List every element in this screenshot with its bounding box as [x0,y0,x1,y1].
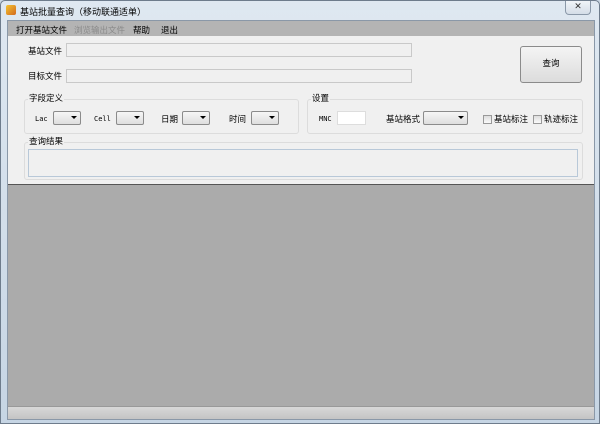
base-file-label: 基站文件 [28,47,63,57]
base-mark-label: 基站标注 [494,115,529,125]
title-bar: 基站批量查询（移动联通适单） ✕ [1,1,599,20]
main-window: 基站批量查询（移动联通适单） ✕ 打开基站文件 浏览输出文件 帮助 退出 基站文… [0,0,600,424]
format-combo[interactable] [423,111,468,125]
cell-label: Cell [94,115,111,123]
client-area: 打开基站文件 浏览输出文件 帮助 退出 基站文件 目标文件 查询 字段定义 La… [7,20,595,420]
lac-combo[interactable] [53,111,81,125]
menu-open-base-file[interactable]: 打开基站文件 [16,24,67,36]
result-box[interactable] [28,149,578,177]
chevron-down-icon [200,116,206,119]
target-file-input[interactable] [66,69,412,83]
menu-help[interactable]: 帮助 [133,24,150,36]
time-label: 时间 [229,115,247,125]
result-title: 查询结果 [28,135,65,147]
base-file-input[interactable] [66,43,412,57]
settings-title: 设置 [311,92,331,104]
menu-bar: 打开基站文件 浏览输出文件 帮助 退出 [8,21,594,36]
window-title: 基站批量查询（移动联通适单） [20,8,147,18]
field-def-title: 字段定义 [28,92,65,104]
target-file-label: 目标文件 [28,72,63,82]
lac-label: Lac [35,115,48,123]
track-mark-label: 轨迹标注 [544,115,579,125]
date-label: 日期 [161,115,179,125]
mnc-input[interactable] [337,111,366,125]
close-button[interactable]: ✕ [565,1,591,15]
track-mark-checkbox[interactable] [533,115,542,124]
menu-browse-output[interactable]: 浏览输出文件 [74,24,125,36]
chevron-down-icon [458,116,464,119]
format-label: 基站格式 [386,115,421,125]
base-mark-checkbox[interactable] [483,115,492,124]
status-bar [8,406,594,419]
chevron-down-icon [269,116,275,119]
cell-combo[interactable] [116,111,144,125]
chevron-down-icon [134,116,140,119]
results-panel [8,184,594,406]
menu-exit[interactable]: 退出 [161,24,178,36]
query-button[interactable]: 查询 [520,46,582,83]
time-combo[interactable] [251,111,279,125]
mnc-label: MNC [319,115,332,123]
date-combo[interactable] [182,111,210,125]
chevron-down-icon [71,116,77,119]
app-icon [6,5,16,15]
